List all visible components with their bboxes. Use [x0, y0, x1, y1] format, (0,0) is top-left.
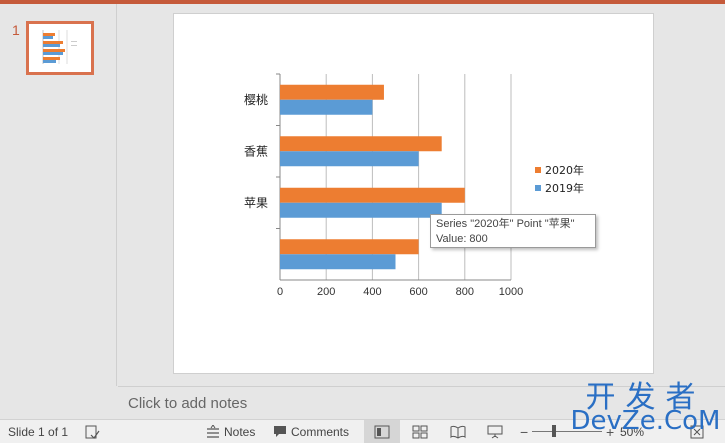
- normal-view-button[interactable]: [364, 420, 400, 443]
- spell-check-icon[interactable]: [84, 420, 100, 443]
- slide-canvas[interactable]: 0 200 400 600 800 1000 苹果 香蕉 樱桃 2020年 2019年 Series…: [173, 13, 654, 374]
- y-category-label: 香蕉: [244, 144, 268, 158]
- bar: [280, 151, 419, 167]
- tooltip-series-point: Series "2020年" Point "苹果": [436, 218, 575, 230]
- tooltip-value: Value: 800: [436, 233, 488, 245]
- normal-view-icon: [374, 425, 390, 438]
- x-tick-label: 1000: [499, 286, 523, 298]
- slide-number-label: 1: [12, 22, 20, 38]
- y-category-label: 苹果: [244, 196, 268, 210]
- slide-editor: 0 200 400 600 800 1000 苹果 香蕉 樱桃 2020年 2019年 Series…: [118, 4, 725, 386]
- bar: [280, 99, 373, 115]
- x-tick-label: 800: [456, 286, 474, 298]
- legend-label: 2019年: [545, 181, 584, 195]
- bar: [280, 136, 442, 152]
- watermark-latin: DevZe.CoM: [570, 406, 721, 436]
- x-tick-label: 400: [363, 286, 381, 298]
- bar: [280, 254, 396, 270]
- thumbnail-preview-icon: [42, 30, 77, 64]
- slide-indicator: Slide 1 of 1: [8, 424, 69, 439]
- comments-button-label: Comments: [291, 424, 350, 439]
- slide-sorter-icon: [412, 425, 428, 438]
- notes-icon: [207, 424, 219, 438]
- comment-icon: [274, 425, 286, 437]
- bar: [280, 202, 442, 218]
- x-tick-label: 600: [409, 286, 427, 298]
- notes-button-label: Notes: [224, 424, 256, 439]
- x-tick-label: 200: [317, 286, 335, 298]
- bar: [280, 239, 419, 255]
- notes-placeholder[interactable]: Click to add notes: [128, 395, 247, 412]
- slide-thumbnail[interactable]: [26, 21, 94, 75]
- slide-sorter-button[interactable]: [412, 420, 428, 443]
- legend-label: 2020年: [545, 163, 584, 177]
- notes-button[interactable]: Notes: [206, 420, 255, 443]
- reading-view-icon: [450, 425, 466, 439]
- x-tick-label: 0: [277, 286, 283, 298]
- minus-icon: −: [520, 423, 529, 440]
- zoom-out-button[interactable]: −: [520, 420, 528, 443]
- y-category-label: 樱桃: [244, 92, 268, 107]
- legend-swatch: [535, 167, 541, 173]
- slideshow-button[interactable]: [487, 420, 503, 443]
- watermark: 开发者 DevZe.CoM: [566, 372, 725, 443]
- bar: [280, 84, 384, 100]
- legend-swatch: [535, 185, 541, 191]
- bar-chart[interactable]: 0 200 400 600 800 1000 苹果 香蕉 樱桃 2020年 2019年: [174, 14, 655, 375]
- slideshow-icon: [487, 425, 503, 438]
- comments-button[interactable]: Comments: [273, 420, 349, 443]
- reading-view-button[interactable]: [450, 420, 466, 443]
- slide-thumbnail-pane: 1: [0, 4, 117, 386]
- zoom-slider-thumb[interactable]: [552, 425, 556, 437]
- chart-tooltip: Series "2020年" Point "苹果" Value: 800: [430, 214, 596, 248]
- bar: [280, 187, 465, 203]
